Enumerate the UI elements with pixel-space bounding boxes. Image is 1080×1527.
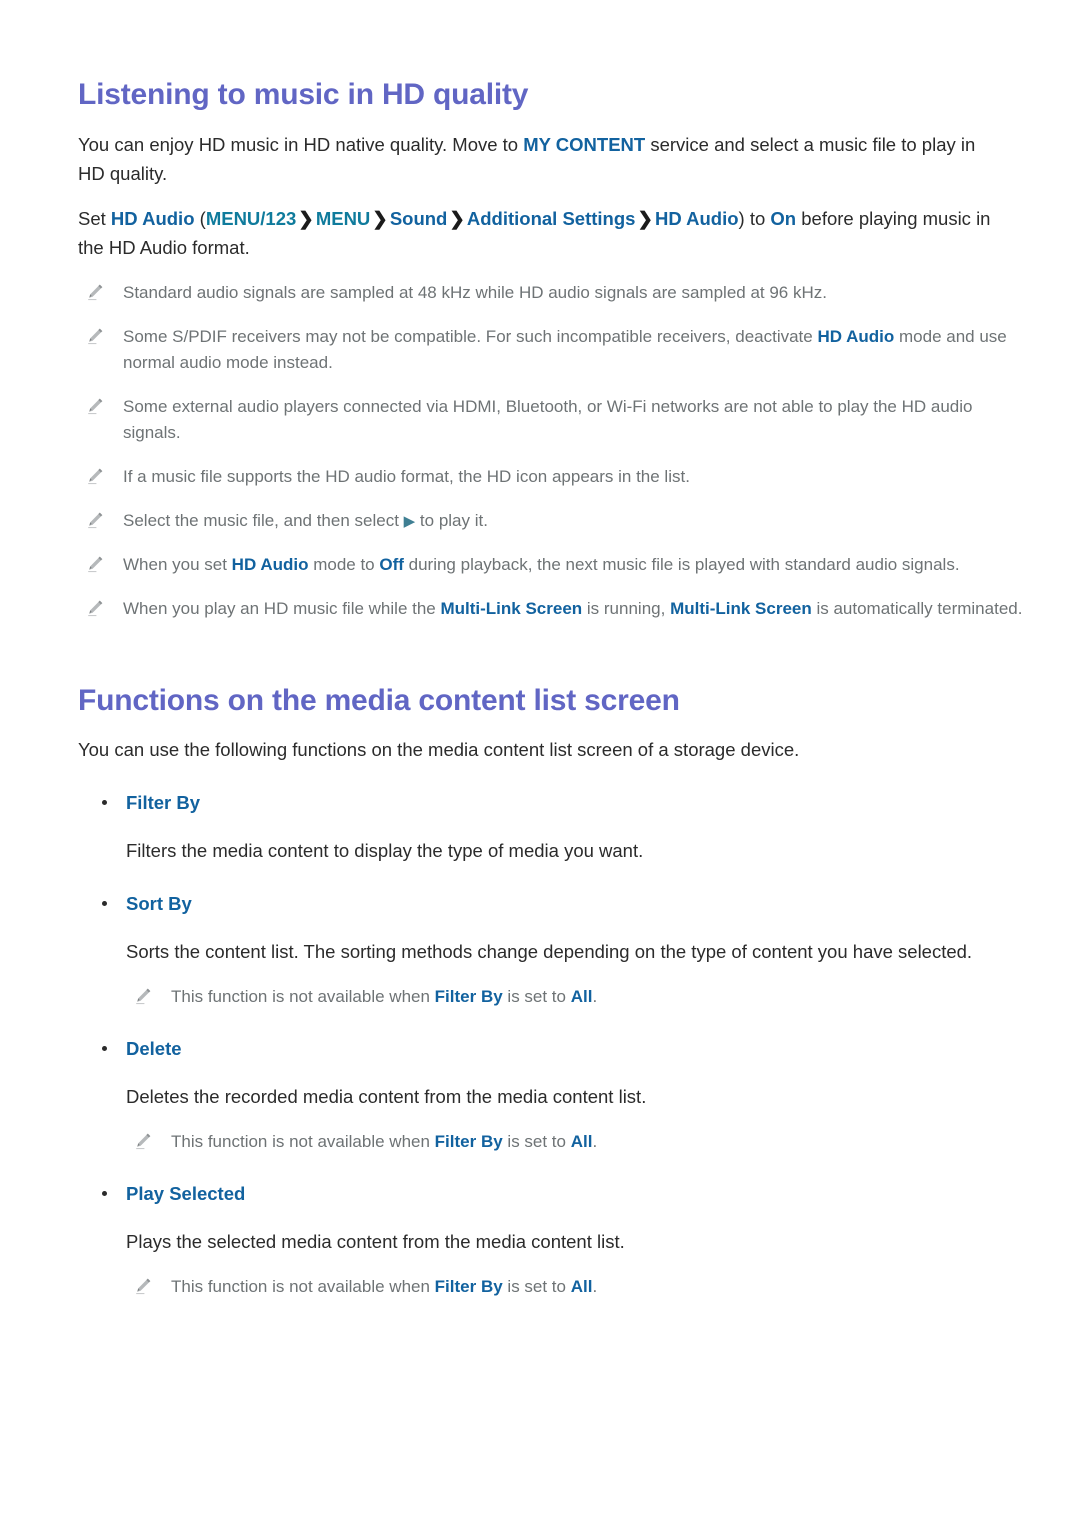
note-keyword[interactable]: All (571, 1277, 593, 1296)
section-title-media-functions: Functions on the media content list scre… (78, 683, 680, 717)
pencil-icon (85, 598, 105, 618)
function-item-description: Filters the media content to display the… (126, 840, 644, 861)
note-text: is set to (502, 1277, 571, 1296)
note-item: Select the music file, and then select ▶… (78, 508, 1030, 534)
pencil-icon (133, 1276, 153, 1296)
menu-path-mid: to (744, 207, 771, 229)
function-item-header[interactable]: Delete (78, 1036, 1030, 1062)
note-keyword[interactable]: Off (379, 555, 404, 574)
note-keyword[interactable]: All (571, 1132, 593, 1151)
function-item: Sort By Sorts the content list. The sorti… (78, 891, 1030, 1010)
intro-text-lead: You can enjoy HD music in HD native qual… (78, 133, 524, 155)
note-keyword[interactable]: Filter By (435, 1277, 503, 1296)
menu-path-paragraph: Set HD Audio (MENU/123 ❯ MENU ❯ Sound ❯ Additi… (78, 204, 1003, 262)
menu-step-additional-settings[interactable]: Additional Settings (467, 208, 636, 229)
note-text: is set to (502, 987, 571, 1006)
chevron-icon: ❯ (449, 207, 465, 229)
document-page: Listening to music in HD quality You can… (0, 0, 1080, 1527)
function-list: Filter By Filters the media content to di… (78, 790, 1030, 1300)
function-item-header[interactable]: Sort By (78, 891, 1030, 917)
function-item-label[interactable]: Sort By (126, 893, 192, 914)
menu-step-sound[interactable]: Sound (390, 208, 448, 229)
note-item: Some S/PDIF receivers may not be compati… (78, 324, 1030, 376)
bullet-dot-icon (102, 800, 107, 805)
function-item: Filter By Filters the media content to di… (78, 790, 1030, 865)
open-paren: ( (194, 207, 206, 229)
function-item-description: Plays the selected media content from th… (126, 1231, 625, 1252)
pencil-icon (85, 282, 105, 302)
note-item: This function is not available when Filt… (126, 1129, 1030, 1155)
note-text: during playback, the next music file is … (403, 554, 960, 574)
pencil-icon (133, 986, 153, 1006)
function-item-label[interactable]: Delete (126, 1038, 182, 1059)
pencil-icon (133, 1131, 153, 1151)
menu-step-menu123[interactable]: MENU/123 (206, 208, 296, 229)
menu-path-lead: Set (78, 207, 111, 229)
note-text: Select the music file, and then select (123, 510, 404, 530)
note-text: Some S/PDIF receivers may not be compati… (123, 326, 818, 346)
note-text: This function is not available when (171, 987, 435, 1006)
pencil-icon (85, 554, 105, 574)
function-item: Delete Deletes the recorded media content… (78, 1036, 1030, 1155)
note-keyword[interactable]: Filter By (435, 987, 503, 1006)
note-text: is automatically terminated. (811, 598, 1023, 618)
note-text: This function is not available when (171, 1277, 435, 1296)
chevron-icon: ❯ (298, 207, 314, 229)
note-text: is running, (582, 598, 671, 618)
note-text: is set to (502, 1132, 571, 1151)
menu-item-hd-audio[interactable]: HD Audio (111, 208, 195, 229)
note-keyword[interactable]: HD Audio (232, 555, 309, 574)
function-item-label[interactable]: Filter By (126, 792, 200, 813)
note-text: When you play an HD music file while the (123, 598, 441, 618)
note-item: Some external audio players connected vi… (78, 394, 1030, 446)
function-item: Play Selected Plays the selected media co… (78, 1181, 1030, 1300)
note-text: mode to (308, 554, 380, 574)
intro-paragraph-1: You can enjoy HD music in HD native qual… (78, 130, 1003, 188)
note-keyword[interactable]: Filter By (435, 1132, 503, 1151)
note-keyword[interactable]: Multi-Link Screen (670, 599, 812, 618)
note-keyword[interactable]: Multi-Link Screen (440, 599, 582, 618)
page-title: Listening to music in HD quality (78, 78, 529, 111)
note-keyword[interactable]: All (571, 987, 593, 1006)
function-item-description: Sorts the content list. The sorting meth… (126, 941, 973, 962)
my-content-link[interactable]: MY CONTENT (523, 134, 645, 155)
note-item: When you play an HD music file while the… (78, 596, 1030, 622)
note-text: . (592, 987, 598, 1006)
note-text: If a music file supports the HD audio fo… (123, 466, 690, 486)
note-text: When you set (123, 554, 232, 574)
intro-paragraph-2: You can use the following functions on t… (78, 739, 800, 760)
menu-step-hd-audio[interactable]: HD Audio (655, 208, 739, 229)
bullet-dot-icon (102, 1191, 107, 1196)
note-item: Standard audio signals are sampled at 48… (78, 280, 1030, 306)
bullet-dot-icon (102, 1046, 107, 1051)
pencil-icon (85, 466, 105, 486)
menu-step-menu[interactable]: MENU (316, 208, 370, 229)
pencil-icon (85, 396, 105, 416)
note-keyword[interactable]: HD Audio (817, 327, 894, 346)
function-item-label[interactable]: Play Selected (126, 1183, 245, 1204)
note-text: Standard audio signals are sampled at 48… (123, 282, 827, 302)
pencil-icon (85, 326, 105, 346)
function-item-header[interactable]: Filter By (78, 790, 1030, 816)
note-text: . (592, 1132, 598, 1151)
note-list-section1: Standard audio signals are sampled at 48… (78, 280, 1030, 622)
note-item: If a music file supports the HD audio fo… (78, 464, 1030, 490)
menu-value-on[interactable]: On (770, 208, 796, 229)
play-triangle-icon: ▶ (403, 512, 416, 530)
pencil-icon (85, 510, 105, 530)
note-item: When you set HD Audio mode to Off during… (78, 552, 1030, 578)
note-text: to play it. (415, 510, 488, 530)
note-text: Some external audio players connected vi… (123, 396, 973, 442)
chevron-icon: ❯ (637, 207, 653, 229)
note-item: This function is not available when Filt… (126, 1274, 1030, 1300)
note-item: This function is not available when Filt… (126, 984, 1030, 1010)
note-text: . (592, 1277, 598, 1296)
function-item-description: Deletes the recorded media content from … (126, 1086, 647, 1107)
function-item-header[interactable]: Play Selected (78, 1181, 1030, 1207)
bullet-dot-icon (102, 901, 107, 906)
chevron-icon: ❯ (372, 207, 388, 229)
note-text: This function is not available when (171, 1132, 435, 1151)
